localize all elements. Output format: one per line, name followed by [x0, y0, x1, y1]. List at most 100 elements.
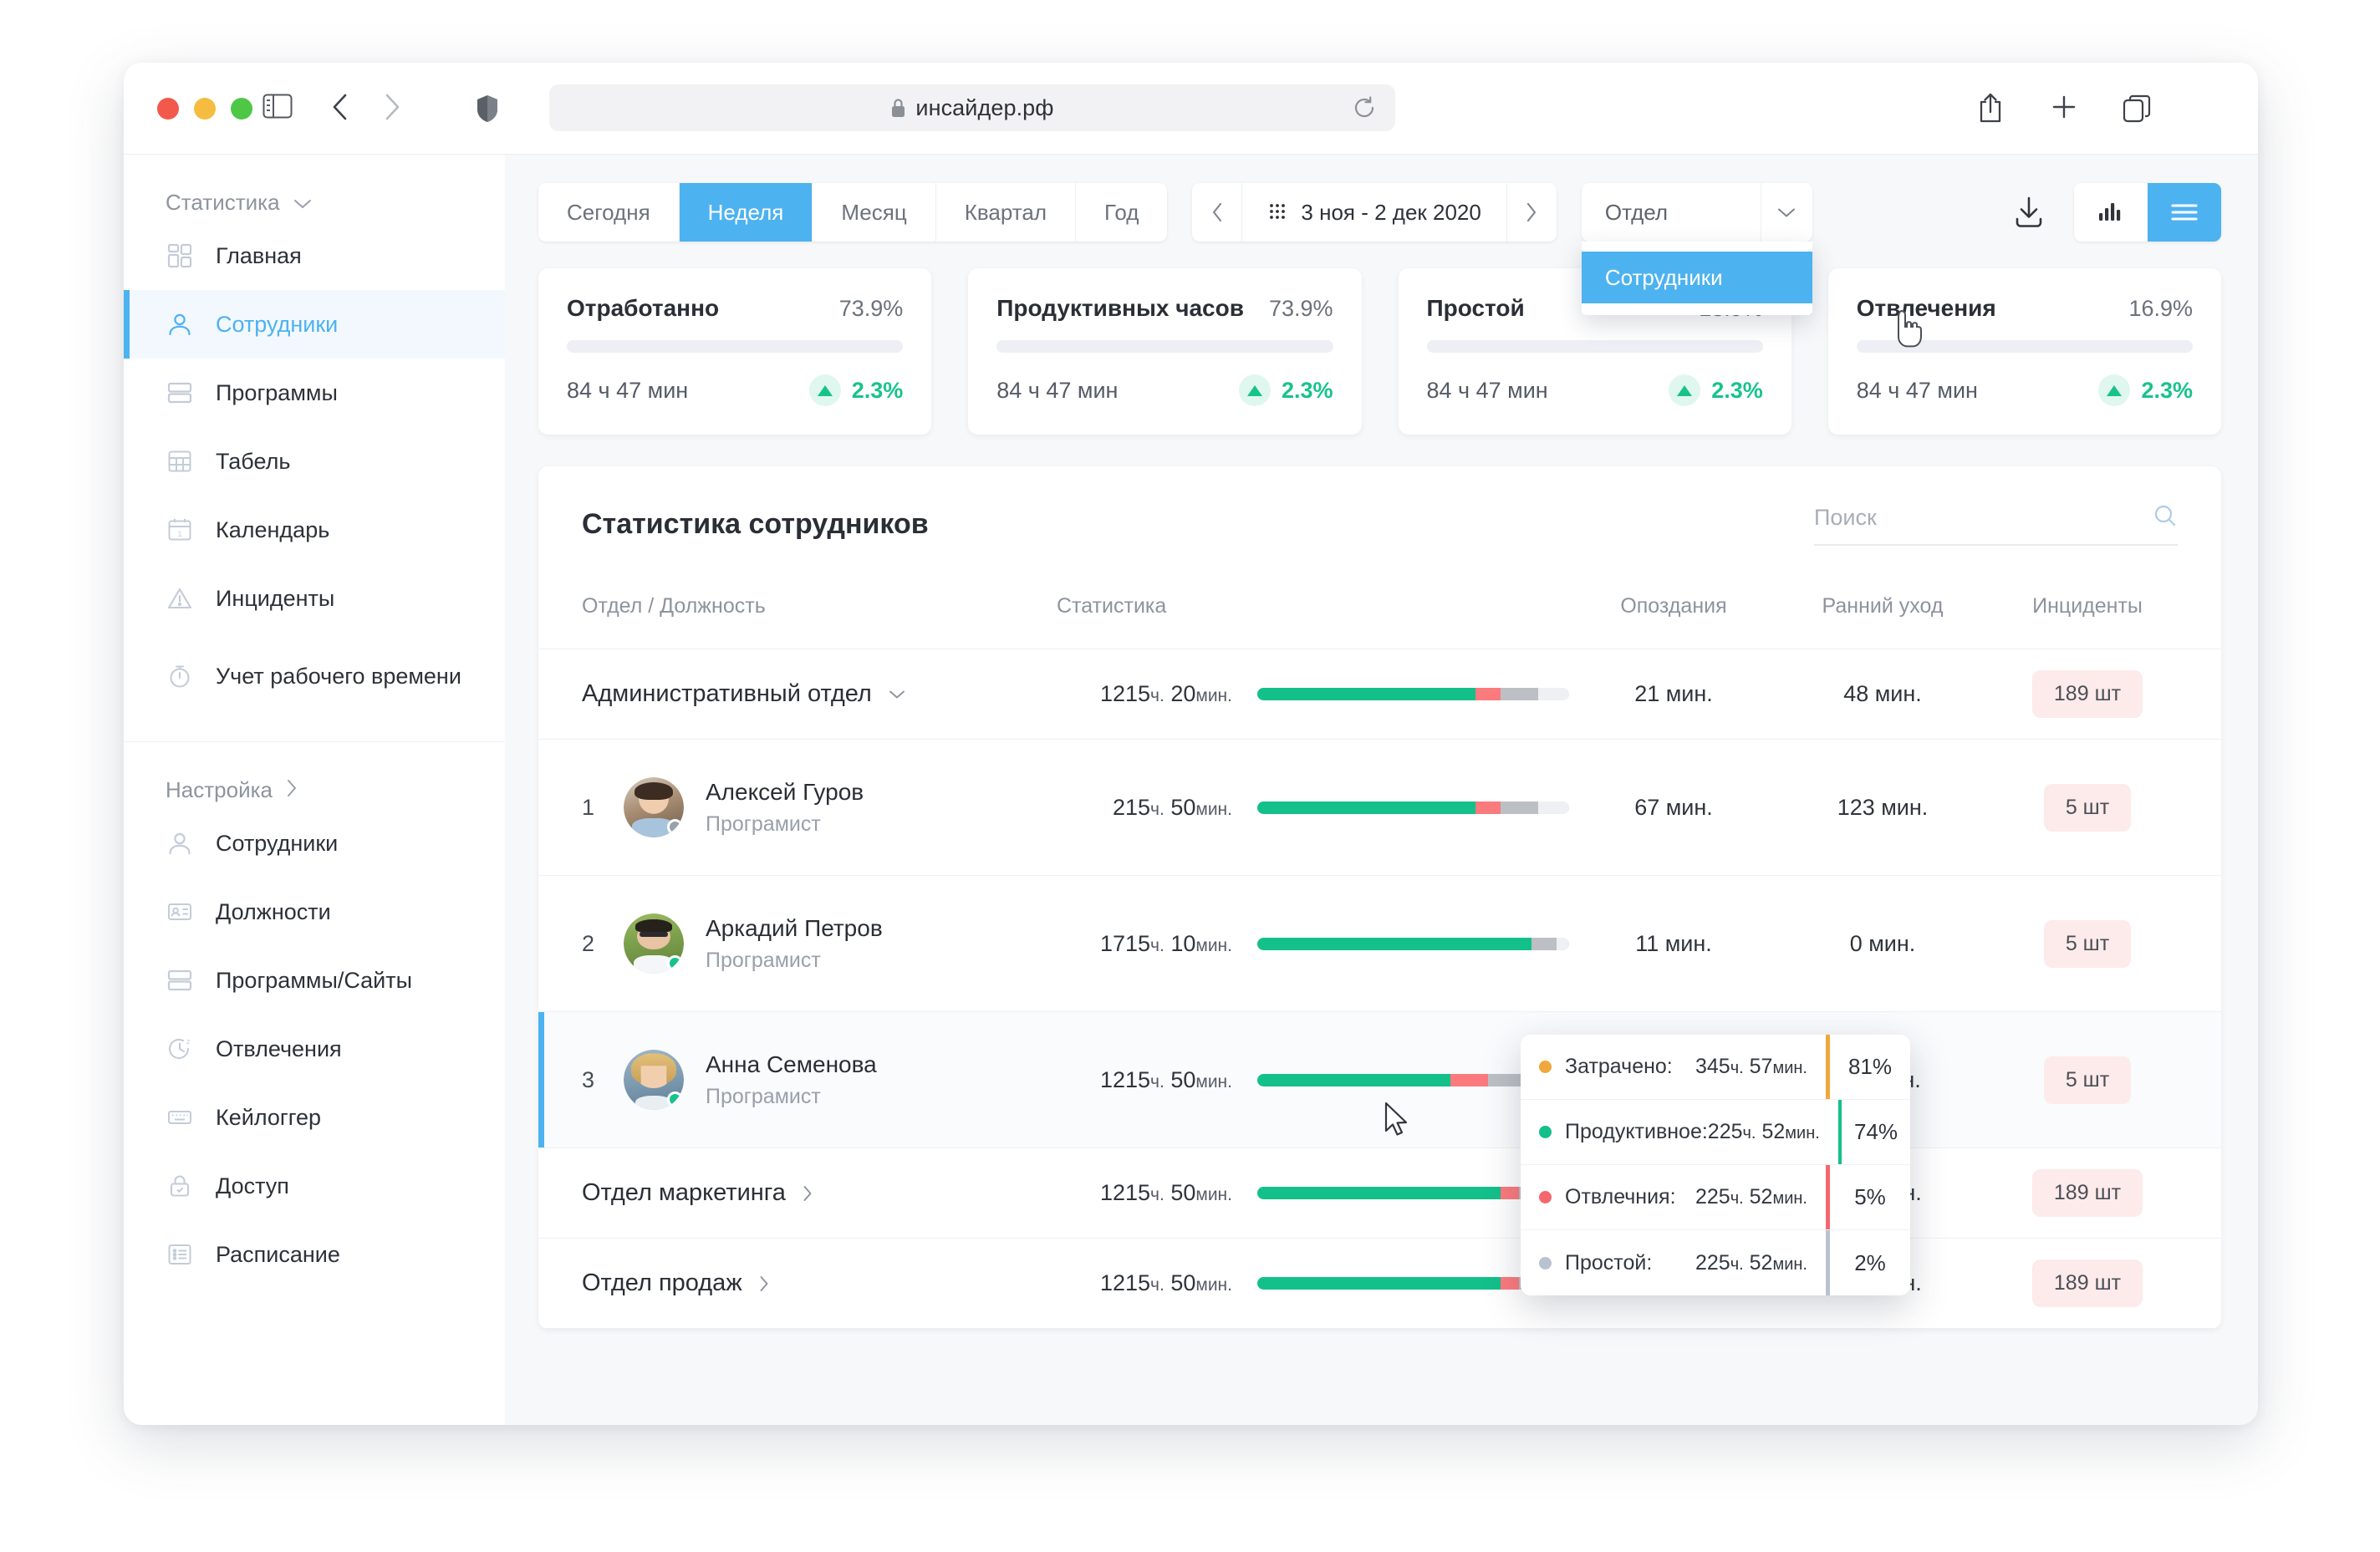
sidebar-item-otvlecheniya[interactable]: z Отвлечения	[124, 1015, 505, 1083]
chevron-down-icon[interactable]	[293, 190, 312, 216]
kpi-percent: 73.9%	[1268, 296, 1333, 321]
table-row[interactable]: 1 Алексей Гуров Програмист 215ч. 50мин. …	[538, 739, 2221, 876]
tooltip-percent: 81%	[1847, 1054, 1893, 1079]
department-name-cell[interactable]: Отдел маркетинга	[538, 1179, 1057, 1207]
chevron-down-icon[interactable]	[1760, 183, 1812, 242]
new-tab-button[interactable]	[2050, 93, 2078, 125]
period-tab-today[interactable]: Сегодня	[538, 183, 680, 242]
list-view-button[interactable]	[2148, 183, 2221, 242]
department-dropdown[interactable]: Сотрудники	[1581, 242, 1812, 315]
kpi-delta: 2.3%	[808, 374, 903, 406]
period-tab-month[interactable]: Месяц	[813, 183, 936, 242]
employee-cell[interactable]: 2 Аркадий Петров Програмист	[538, 913, 1057, 974]
sidebar-item-settings-sotrudniki[interactable]: Сотрудники	[124, 809, 505, 878]
chevron-right-icon[interactable]	[803, 1185, 813, 1202]
status-dot	[667, 1091, 683, 1107]
view-toggle[interactable]	[2074, 183, 2221, 242]
period-tabs[interactable]: Сегодня Неделя Месяц Квартал Год	[538, 183, 1168, 242]
stat-hours: 1215	[1099, 681, 1151, 706]
period-tab-quarter[interactable]: Квартал	[936, 183, 1076, 242]
table-row[interactable]: Административный отдел 1215ч. 20мин. 21 …	[538, 649, 2221, 740]
statistics-bar[interactable]	[1257, 937, 1569, 950]
search-input[interactable]	[1814, 505, 2144, 531]
stat-hours: 215	[1112, 794, 1151, 820]
download-icon[interactable]	[2012, 195, 2046, 230]
table-row[interactable]: Отдел продаж 1215ч. 50мин. 189 шт	[538, 1238, 2221, 1329]
sidebar-item-kalendar[interactable]: 1 Календарь	[124, 496, 505, 564]
sidebar-item-programmy[interactable]: Программы	[124, 359, 505, 427]
column-header-incidents[interactable]: Инциденты	[1987, 579, 2221, 649]
sidebar-item-raspisanie[interactable]: Расписание	[124, 1220, 505, 1289]
sidebar-item-sotrudniki[interactable]: Сотрудники	[124, 290, 505, 359]
department-filter[interactable]: Отдел Сотрудники	[1581, 183, 1812, 315]
chevron-right-icon[interactable]	[759, 1275, 769, 1292]
sidebar-item-glavnaya[interactable]: Главная	[124, 221, 505, 290]
sidebar-item-tabel[interactable]: Табель	[124, 427, 505, 496]
browser-back-button[interactable]	[331, 93, 349, 125]
sidebar-item-dolzhnosti[interactable]: Должности	[124, 878, 505, 946]
period-tab-week[interactable]: Неделя	[679, 183, 813, 242]
filter-toolbar: Сегодня Неделя Месяц Квартал Год 3 ноя -…	[538, 183, 2221, 315]
close-window-button[interactable]	[157, 98, 179, 120]
sidebar-toggle-icon[interactable]	[262, 93, 293, 124]
sidebar-item-programmy-sajty[interactable]: Программы/Сайты	[124, 946, 505, 1015]
column-header-late[interactable]: Опоздания	[1569, 579, 1778, 649]
reload-icon[interactable]	[1352, 95, 1377, 125]
sidebar-item-incidenty[interactable]: Инциденты	[124, 564, 505, 633]
avatar[interactable]	[624, 913, 684, 974]
statistics-bar[interactable]	[1257, 688, 1569, 700]
employee-position: Програмист	[706, 948, 821, 972]
status-badge[interactable]: 5 шт	[2043, 1056, 2132, 1104]
date-range-value-wrap[interactable]: 3 ноя - 2 дек 2020	[1242, 200, 1506, 226]
sidebar-section-header-statistics[interactable]: Статистика	[124, 183, 505, 221]
status-badge[interactable]: 189 шт	[2031, 670, 2143, 718]
window-controls[interactable]	[157, 98, 252, 120]
sidebar-item-dostup[interactable]: Доступ	[124, 1152, 505, 1220]
table-row[interactable]: 2 Аркадий Петров Програмист 1715ч. 10мин…	[538, 875, 2221, 1012]
sidebar-item-kejlogger[interactable]: Кейлоггер	[124, 1083, 505, 1152]
column-header-early-leave[interactable]: Ранний уход	[1778, 579, 1987, 649]
kpi-percent: 16.9%	[2128, 296, 2193, 321]
column-header-department[interactable]: Отдел / Должность	[538, 579, 1057, 649]
url-bar[interactable]: инсайдер.рф	[549, 84, 1395, 131]
search-icon[interactable]	[2153, 503, 2178, 532]
employee-cell[interactable]: 3 Анна Семенова Програмист	[538, 1050, 1057, 1110]
avatar[interactable]	[624, 777, 684, 837]
column-header-statistics[interactable]: Статистика	[1057, 579, 1569, 649]
department-name-cell[interactable]: Административный отдел	[538, 680, 1057, 708]
table-row[interactable]: Отдел маркетинга 1215ч. 50мин. 189 шт	[538, 1147, 2221, 1239]
search-box[interactable]	[1814, 503, 2178, 546]
employee-cell[interactable]: 1 Алексей Гуров Програмист	[538, 777, 1057, 837]
chevron-right-icon[interactable]	[286, 777, 298, 803]
row-rank: 2	[582, 930, 595, 956]
shield-icon[interactable]	[477, 94, 498, 127]
chart-view-button[interactable]	[2074, 183, 2148, 242]
tabs-overview-icon[interactable]	[2123, 94, 2151, 127]
statistics-bar[interactable]	[1257, 801, 1569, 814]
date-prev-button[interactable]	[1192, 183, 1243, 242]
chevron-down-icon[interactable]	[889, 689, 905, 700]
minimize-window-button[interactable]	[194, 98, 216, 120]
sidebar-item-label: Сотрудники	[216, 830, 339, 856]
dropdown-option-sotrudniki[interactable]: Сотрудники	[1581, 252, 1812, 303]
tooltip-label: Затрачено:	[1565, 1055, 1673, 1078]
table-row[interactable]: 3 Анна Семенова Програмист 1215ч. 50мин.…	[538, 1011, 2221, 1148]
department-name-cell[interactable]: Отдел продаж	[538, 1270, 1057, 1297]
grid-calendar-icon	[166, 447, 194, 476]
status-badge[interactable]: 5 шт	[2043, 919, 2132, 968]
maximize-window-button[interactable]	[231, 98, 252, 120]
department-select[interactable]: Отдел	[1581, 183, 1812, 242]
avatar[interactable]	[624, 1050, 684, 1110]
status-badge[interactable]: 5 шт	[2043, 783, 2132, 832]
date-next-button[interactable]	[1506, 183, 1557, 242]
share-icon[interactable]	[1978, 92, 2003, 128]
tooltip-hours-unit: ч.	[1742, 1124, 1756, 1142]
status-badge[interactable]: 189 шт	[2031, 1259, 2143, 1307]
date-range-picker[interactable]: 3 ноя - 2 дек 2020	[1192, 183, 1557, 242]
sidebar-section-header-settings[interactable]: Настройка	[124, 771, 505, 809]
period-tab-year[interactable]: Год	[1076, 183, 1167, 242]
sidebar-item-uchet-rabochego-vremeni[interactable]: Учет рабочего времени	[124, 633, 505, 720]
browser-forward-button[interactable]	[383, 93, 401, 125]
status-badge[interactable]: 189 шт	[2031, 1169, 2143, 1217]
tooltip-mins-unit: мин.	[1772, 1059, 1807, 1077]
